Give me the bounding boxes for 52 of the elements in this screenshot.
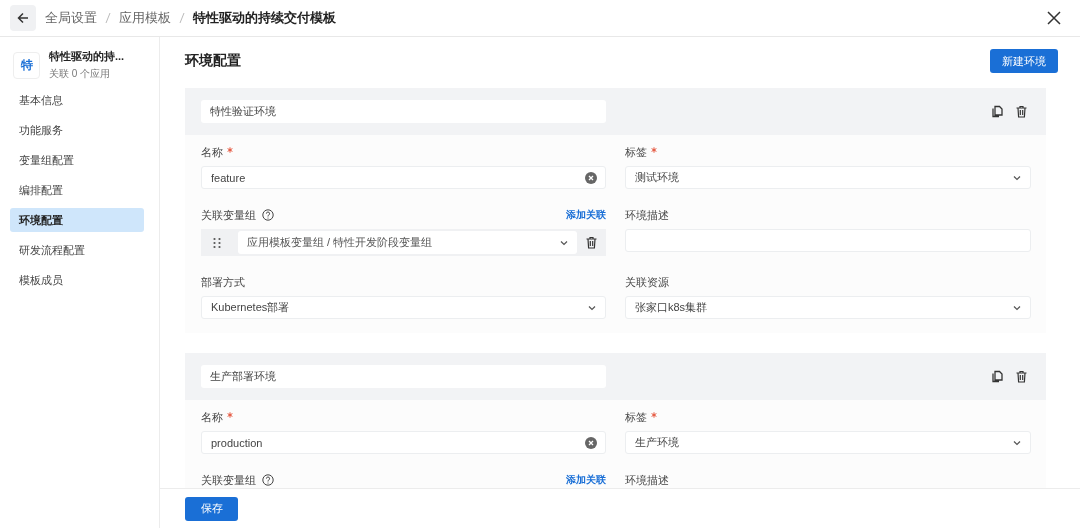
back-arrow-icon	[16, 11, 30, 25]
trash-icon[interactable]	[585, 236, 598, 249]
environment-name-field[interactable]: 特性验证环境	[201, 100, 606, 123]
field-label: 环境描述	[625, 207, 669, 223]
field-label: 关联变量组	[201, 472, 256, 488]
sidebar-item[interactable]: 环境配置	[10, 208, 144, 232]
clear-icon[interactable]	[585, 436, 597, 449]
close-icon[interactable]	[1047, 11, 1061, 25]
help-icon[interactable]	[262, 209, 274, 221]
help-icon[interactable]	[262, 474, 274, 486]
template-name: 特性驱动的持...	[49, 49, 125, 64]
field-label: 名称	[201, 144, 223, 160]
template-app-count: 关联 0 个应用	[49, 67, 112, 81]
select-field[interactable]: 测试环境	[625, 166, 1031, 189]
section-title: 环境配置	[185, 52, 242, 70]
field-label: 标签	[625, 409, 647, 425]
field-label: 环境描述	[625, 472, 669, 488]
field-label: 部署方式	[201, 274, 245, 290]
copy-icon[interactable]	[991, 370, 1004, 383]
breadcrumb-item[interactable]: 全局设置	[45, 9, 97, 27]
field-label: 标签	[625, 144, 647, 160]
field-label: 关联变量组	[201, 207, 256, 223]
save-button[interactable]: 保存	[185, 496, 238, 521]
environment-name-field[interactable]: 生产部署环境	[201, 365, 606, 388]
sidebar-item[interactable]: 研发流程配置	[10, 238, 144, 262]
sidebar-item[interactable]: 模板成员	[10, 268, 144, 292]
field-label: 关联资源	[625, 274, 669, 290]
back-button[interactable]	[10, 5, 36, 31]
sidebar-item[interactable]: 功能服务	[10, 118, 144, 142]
new-environment-button[interactable]: 新建环境	[990, 49, 1058, 73]
variable-group-select[interactable]: 应用模板变量组 / 特性开发阶段变量组	[238, 231, 577, 254]
field-label: 名称	[201, 409, 223, 425]
copy-icon[interactable]	[991, 105, 1004, 118]
sidebar-item[interactable]: 变量组配置	[10, 148, 144, 172]
separator-icon	[105, 12, 111, 24]
sidebar-item[interactable]: 编排配置	[10, 178, 144, 202]
breadcrumb-item: 特性驱动的持续交付模板	[193, 9, 336, 27]
input-field[interactable]: feature	[201, 166, 606, 189]
sidebar-item[interactable]: 基本信息	[10, 88, 144, 112]
separator-icon	[179, 12, 185, 24]
add-association-link[interactable]: 添加关联	[566, 473, 606, 487]
breadcrumb-item[interactable]: 应用模板	[119, 9, 171, 27]
add-association-link[interactable]: 添加关联	[566, 208, 606, 222]
select-field[interactable]: Kubernetes部署	[201, 296, 606, 319]
drag-handle-icon[interactable]	[212, 236, 222, 249]
input-field[interactable]: production	[201, 431, 606, 454]
trash-icon[interactable]	[1015, 105, 1028, 118]
select-field[interactable]: 生产环境	[625, 431, 1031, 454]
trash-icon[interactable]	[1015, 370, 1028, 383]
template-avatar: 特	[13, 51, 40, 79]
clear-icon[interactable]	[585, 171, 597, 184]
select-field[interactable]: 张家口k8s集群	[625, 296, 1031, 319]
